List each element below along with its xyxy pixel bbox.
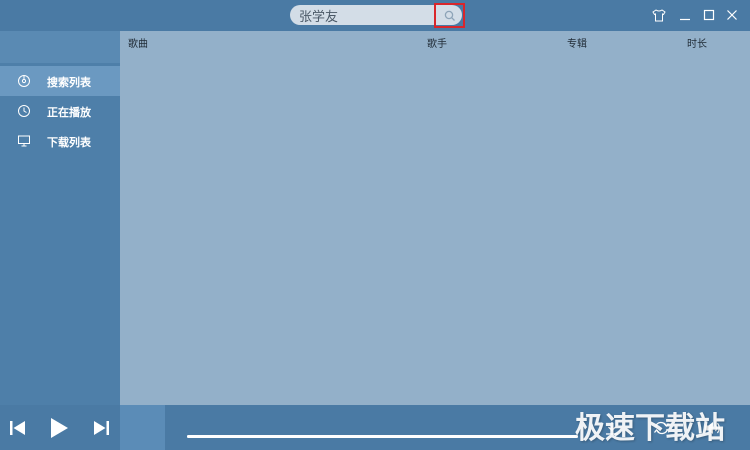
shirt-icon <box>652 8 666 21</box>
sidebar-header <box>0 31 120 63</box>
search-input[interactable] <box>299 6 429 24</box>
search-button[interactable] <box>434 3 465 28</box>
close-button[interactable] <box>724 7 740 23</box>
column-header-artist[interactable]: 歌手 <box>427 35 447 50</box>
skin-button[interactable] <box>651 7 667 23</box>
close-icon <box>727 10 737 20</box>
minimize-button[interactable] <box>677 7 693 23</box>
previous-button[interactable] <box>7 418 27 438</box>
next-icon <box>93 421 109 435</box>
progress-fill <box>187 435 578 438</box>
progress-bar[interactable] <box>187 435 578 438</box>
album-art <box>120 405 165 450</box>
next-button[interactable] <box>91 418 111 438</box>
column-header-album[interactable]: 专辑 <box>567 35 587 50</box>
clock-icon <box>18 105 30 117</box>
play-icon <box>50 418 68 438</box>
sidebar-item-label: 下载列表 <box>47 136 91 149</box>
column-header-song[interactable]: 歌曲 <box>128 35 148 50</box>
maximize-icon <box>703 9 715 21</box>
minimize-icon <box>680 18 690 21</box>
column-header-duration[interactable]: 时长 <box>687 35 707 50</box>
play-button[interactable] <box>46 415 71 441</box>
disc-icon <box>18 75 30 87</box>
watermark-logo: 极速下载站 <box>575 411 725 446</box>
sidebar-item-now-playing[interactable]: 正在播放 <box>0 96 120 126</box>
sidebar-item-search-list[interactable]: 搜索列表 <box>0 66 120 96</box>
sidebar-item-download-list[interactable]: 下载列表 <box>0 126 120 156</box>
song-table: 歌曲 歌手 专辑 时长 <box>120 31 750 405</box>
sidebar-item-label: 正在播放 <box>47 106 91 119</box>
sidebar: 搜索列表 正在播放 下载列表 <box>0 31 120 405</box>
monitor-icon <box>18 135 30 147</box>
title-bar <box>0 0 750 31</box>
maximize-button[interactable] <box>701 7 717 23</box>
search-icon <box>444 10 455 21</box>
previous-icon <box>9 421 25 435</box>
sidebar-item-label: 搜索列表 <box>47 76 91 89</box>
